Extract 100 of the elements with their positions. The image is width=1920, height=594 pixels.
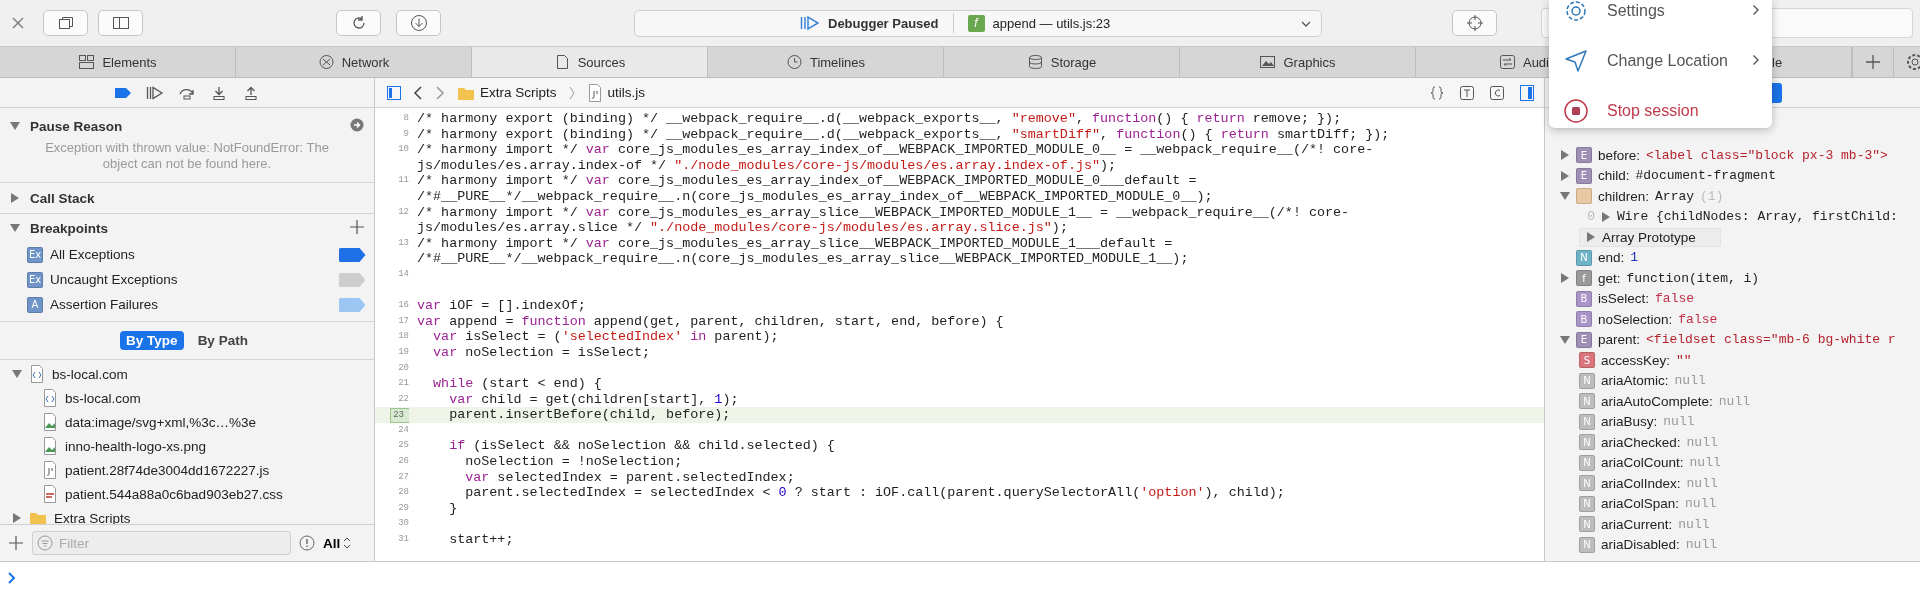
breakpoint-type-badge: Ex [27, 246, 43, 263]
up-down-chevron-icon [343, 537, 352, 549]
tab[interactable]: Audi [1416, 47, 1549, 77]
navigator-toggle-icon[interactable] [387, 85, 401, 100]
line-number: 12 [398, 205, 409, 219]
close-icon[interactable] [12, 17, 24, 29]
back-icon[interactable] [413, 85, 423, 100]
tab[interactable]: Sources [472, 47, 708, 77]
menu-item[interactable]: Change Location [1549, 36, 1772, 86]
plus-icon[interactable] [8, 535, 24, 551]
variable-value: null [1689, 455, 1721, 471]
disclosure-triangle-icon[interactable] [1560, 273, 1570, 284]
reload-button[interactable] [336, 10, 381, 36]
disclosure-triangle-icon[interactable] [12, 513, 22, 523]
inspect-button[interactable] [1452, 10, 1497, 36]
variable-name: parent: [1598, 332, 1641, 348]
tab[interactable]: Timelines [708, 47, 944, 77]
grouping-tab[interactable]: By Path [191, 331, 254, 350]
variable-value: <fieldset class="mb-6 bg-white r [1646, 332, 1896, 348]
code-line: parent.insertBefore(child, before); [448, 407, 731, 423]
code-line: start++; [448, 532, 514, 548]
type-profiler-icon[interactable] [1460, 85, 1474, 100]
step-into-icon[interactable] [210, 85, 228, 100]
code-line: /* harmony import */ var core_js_modules_es_array_index_of__WEBPACK_IMPORTED_MODULE_0__ = __webpack_require__(/*! core- [416, 142, 1374, 158]
download-button[interactable] [396, 10, 441, 36]
file-tree-item[interactable]: bs-local.com [0, 362, 374, 386]
grouping-tab[interactable]: By Type [120, 331, 184, 350]
line-number: 22 [398, 392, 409, 406]
tab[interactable]: Elements [0, 47, 236, 77]
debugger-status-bar[interactable]: Debugger Paused f append — utils.js:23 [634, 9, 1322, 37]
sidebar-toggle-button[interactable] [98, 10, 143, 36]
line-number: 20 [398, 361, 409, 375]
step-out-icon[interactable] [242, 85, 260, 100]
variable-name: ariaBusy: [1601, 414, 1658, 430]
variable-value: function(item, i) [1626, 270, 1760, 286]
menu-item[interactable]: Stop session [1549, 86, 1772, 128]
type-badge: E [1576, 331, 1592, 348]
variable-name: before: [1598, 147, 1641, 163]
file-tree-item[interactable]: patient.544a88a0c6bad903eb27.css [0, 482, 374, 506]
code-line: var iOF = [].indexOf; [416, 298, 586, 314]
continue-icon[interactable] [146, 85, 164, 100]
continue-circle-icon[interactable] [350, 117, 364, 132]
file-tree-item[interactable]: patient.28f74de3004dd1672227.js [0, 458, 374, 482]
disclosure-triangle-icon[interactable] [10, 223, 20, 233]
image-file-icon [42, 413, 58, 431]
breakpoint-type-badge: A [27, 296, 43, 313]
type-badge: E [1576, 147, 1592, 164]
breadcrumb[interactable]: Extra Scripts [457, 84, 557, 101]
disclosure-triangle-icon[interactable] [10, 121, 20, 131]
type-badge: N [1579, 393, 1595, 410]
tab[interactable]: Graphics [1180, 47, 1416, 77]
disclosure-triangle-icon[interactable] [1560, 150, 1570, 161]
resource-scope-dropdown[interactable]: All [323, 535, 352, 551]
forward-icon[interactable] [435, 85, 445, 100]
chevron-down-icon[interactable] [1301, 19, 1311, 28]
code-line: js/modules/es.array.index-of */ "./node_modules/core-js/modules/es.array.index-of.js"); [416, 157, 1117, 174]
file-tree-item[interactable]: inno-health-logo-xs.png [0, 434, 374, 458]
call-frame-location: append — utils.js:23 [992, 15, 1111, 31]
html-file-icon [29, 365, 45, 383]
menu-item[interactable]: Settings [1549, 0, 1772, 36]
pause-reason-message: Exception with thrown value: NotFoundError: The object can not be found here. [44, 140, 330, 173]
pretty-print-icon[interactable] [1430, 85, 1444, 100]
file-tree-item[interactable]: bs-local.com [0, 386, 374, 410]
prototype-row[interactable]: Array Prototype [1579, 227, 1721, 247]
breakpoints-toggle-icon[interactable] [114, 86, 132, 99]
line-number: 16 [398, 299, 409, 313]
disclosure-triangle-icon[interactable] [10, 193, 20, 203]
breakpoint-item[interactable]: Ex Uncaught Exceptions [0, 267, 374, 292]
breakpoint-item[interactable]: Ex All Exceptions [0, 242, 374, 267]
tab[interactable]: Storage [944, 47, 1180, 77]
image-file-icon [42, 437, 58, 455]
line-number: 10 [398, 143, 409, 157]
code-line: /*#__PURE__*/__webpack_require__.n(core_js_modules_es_array_index_of__WEBPACK_IMPORTED_MODULE_0__); [416, 188, 1213, 205]
code-line: /* harmony import */ var core_js_modules_es_array_slice__WEBPACK_IMPORTED_MODULE_1__ = __webpack_require__(/*! core- [416, 204, 1350, 221]
disclosure-triangle-icon[interactable] [1560, 334, 1570, 345]
variable-name: ariaChecked: [1601, 434, 1681, 450]
disclosure-triangle-icon[interactable] [1560, 170, 1570, 181]
stop-icon [1563, 98, 1589, 124]
disclosure-triangle-icon[interactable] [12, 369, 22, 379]
disclosure-triangle-icon[interactable] [1586, 232, 1596, 243]
variable-value: null [1686, 434, 1718, 450]
breakpoint-flag-icon[interactable] [338, 247, 366, 262]
code-coverage-icon[interactable] [1490, 85, 1504, 100]
variable-name: children: [1598, 188, 1650, 204]
overlapping-windows-icon [57, 16, 74, 30]
info-circle-icon[interactable] [299, 535, 315, 551]
code-line: } [448, 500, 458, 517]
type-badge: N [1576, 249, 1592, 266]
plus-icon[interactable] [350, 219, 364, 234]
details-sidebar-icon[interactable] [1520, 84, 1534, 101]
disclosure-triangle-icon[interactable] [1601, 211, 1611, 222]
disclosure-triangle-icon[interactable] [1560, 191, 1570, 202]
breakpoint-item[interactable]: A Assertion Failures [0, 292, 374, 317]
filter-field[interactable]: Filter [32, 531, 291, 555]
file-tree-item[interactable]: data:image/svg+xml,%3c…%3e [0, 410, 374, 434]
breadcrumb[interactable]: utils.js [586, 83, 646, 102]
tabs-overview-button[interactable] [43, 10, 88, 36]
variable-name: ariaAtomic: [1601, 373, 1669, 389]
tab[interactable]: le [1772, 47, 1852, 77]
type-badge: E [1576, 167, 1592, 184]
